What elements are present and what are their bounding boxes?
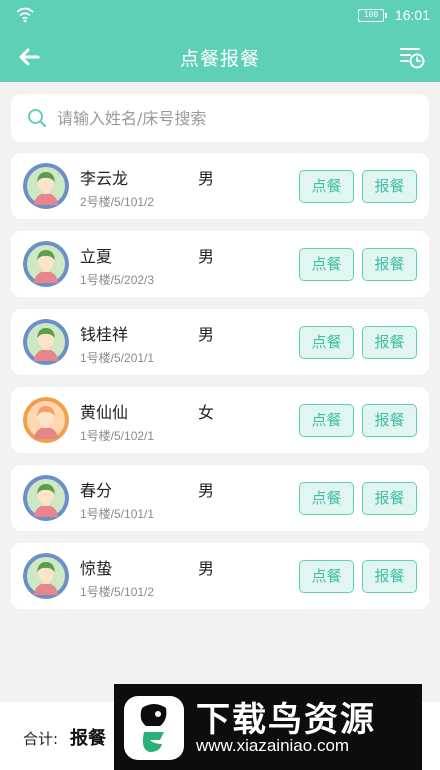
patient-card[interactable]: 钱桂祥 男 1号楼/5/201/1 点餐 报餐: [11, 309, 429, 375]
total-label: 合计:: [23, 730, 59, 748]
patient-name: 立夏: [80, 247, 113, 266]
order-meal-button[interactable]: 点餐: [299, 560, 354, 593]
avatar: [23, 397, 69, 443]
order-meal-button[interactable]: 点餐: [299, 404, 354, 437]
male-avatar-icon: [23, 241, 69, 287]
patient-card[interactable]: 立夏 男 1号楼/5/202/3 点餐 报餐: [11, 231, 429, 297]
page-title: 点餐报餐: [179, 48, 260, 70]
order-meal-button[interactable]: 点餐: [299, 326, 354, 359]
male-avatar-icon: [23, 553, 69, 599]
patient-gender: 男: [198, 559, 215, 578]
search-icon: [28, 109, 47, 128]
patient-bed: 1号楼/5/102/1: [80, 429, 155, 443]
order-meal-button[interactable]: 点餐: [299, 170, 354, 203]
report-meal-button[interactable]: 报餐: [362, 326, 417, 359]
watermark-title: 下载鸟资源: [196, 700, 376, 740]
search-input[interactable]: [57, 104, 417, 132]
navigation-bar: 点餐报餐: [0, 32, 440, 82]
search-bar: [11, 94, 429, 142]
patient-list: 李云龙 男 2号楼/5/101/2 点餐 报餐 立夏 男 1号楼/5/202/3…: [11, 153, 429, 621]
bird-logo-icon: [124, 696, 184, 760]
male-avatar-icon: [23, 319, 69, 365]
avatar: [23, 475, 69, 521]
list-clock-icon[interactable]: [398, 43, 426, 71]
patient-bed: 1号楼/5/202/3: [80, 273, 155, 287]
patient-bed: 1号楼/5/101/2: [80, 585, 155, 599]
patient-card[interactable]: 春分 男 1号楼/5/101/1 点餐 报餐: [11, 465, 429, 531]
patient-name: 惊蛰: [80, 559, 113, 578]
patient-name: 李云龙: [80, 169, 129, 188]
male-avatar-icon: [23, 163, 69, 209]
report-meal-button[interactable]: 报餐: [362, 482, 417, 515]
patient-gender: 男: [198, 325, 215, 344]
patient-bed: 1号楼/5/201/1: [80, 351, 155, 365]
order-meal-button[interactable]: 点餐: [299, 248, 354, 281]
male-avatar-icon: [23, 475, 69, 521]
avatar: [23, 553, 69, 599]
patient-card[interactable]: 惊蛰 男 1号楼/5/101/2 点餐 报餐: [11, 543, 429, 609]
patient-bed: 1号楼/5/101/1: [80, 507, 155, 521]
watermark-url: www.xiazainiao.com: [196, 736, 350, 755]
battery-indicator: 100: [358, 9, 387, 22]
status-time: 16:01: [394, 7, 430, 23]
report-meal-button[interactable]: 报餐: [362, 560, 417, 593]
female-avatar-icon: [23, 397, 69, 443]
patient-card[interactable]: 李云龙 男 2号楼/5/101/2 点餐 报餐: [11, 153, 429, 219]
patient-name: 黄仙仙: [80, 403, 129, 422]
patient-gender: 男: [198, 169, 215, 188]
report-meal-button[interactable]: 报餐: [362, 170, 417, 203]
patient-gender: 男: [198, 481, 215, 500]
patient-name: 春分: [80, 481, 113, 500]
avatar: [23, 241, 69, 287]
wifi-icon: [16, 7, 34, 23]
patient-gender: 女: [198, 403, 215, 422]
report-meal-button[interactable]: 报餐: [362, 248, 417, 281]
avatar: [23, 163, 69, 209]
patient-gender: 男: [198, 247, 215, 266]
patient-bed: 2号楼/5/101/2: [80, 195, 155, 209]
patient-name: 钱桂祥: [80, 325, 129, 344]
avatar: [23, 319, 69, 365]
patient-card[interactable]: 黄仙仙 女 1号楼/5/102/1 点餐 报餐: [11, 387, 429, 453]
order-meal-button[interactable]: 点餐: [299, 482, 354, 515]
watermark-banner: 下载鸟资源 www.xiazainiao.com: [114, 684, 422, 770]
total-value: 报餐: [70, 728, 106, 749]
report-meal-button[interactable]: 报餐: [362, 404, 417, 437]
status-bar: 100 16:01: [0, 0, 440, 32]
